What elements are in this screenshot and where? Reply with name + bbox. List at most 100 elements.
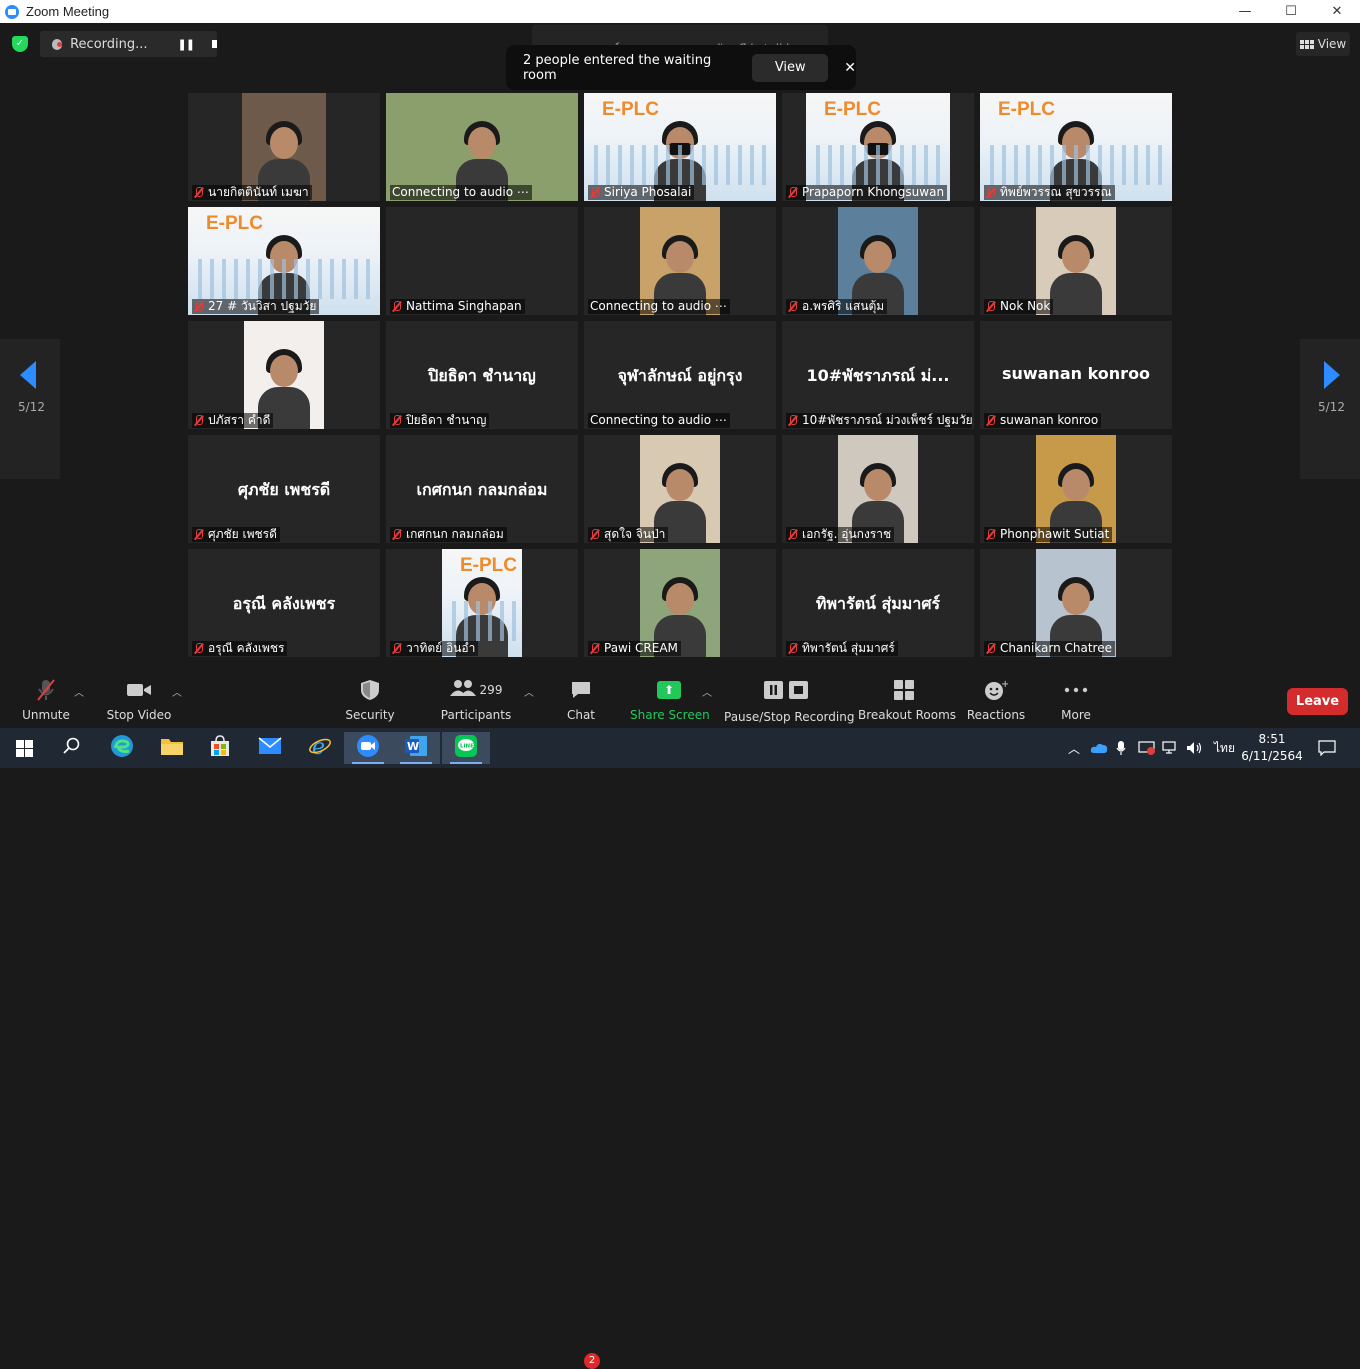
stop-recording-icon[interactable] xyxy=(211,40,217,48)
leave-button[interactable]: Leave xyxy=(1287,688,1348,715)
audio-options-caret-icon[interactable]: ︿ xyxy=(74,684,84,699)
participant-tile[interactable]: Phonphawit Sutiat xyxy=(980,435,1172,543)
share-screen-label: Share Screen xyxy=(630,708,710,722)
participant-display-name: ปิยธิดา ชำนาญ xyxy=(428,366,536,385)
minimize-button[interactable]: — xyxy=(1222,0,1268,23)
taskbar-edge[interactable] xyxy=(98,732,146,764)
breakout-rooms-button[interactable]: Breakout Rooms xyxy=(858,676,957,728)
participant-name-label: suwanan konroo xyxy=(984,413,1102,428)
taskbar-file-explorer[interactable] xyxy=(148,732,196,764)
microphone-in-use-icon[interactable] xyxy=(1116,728,1126,768)
participant-tile[interactable]: Chanikarn Chatree xyxy=(980,549,1172,657)
screen-recording-icon[interactable] xyxy=(1138,728,1156,768)
video-camera-icon xyxy=(104,676,174,704)
taskbar-line[interactable]: LINE xyxy=(442,732,490,764)
taskbar-zoom[interactable] xyxy=(344,732,392,764)
input-language[interactable]: ไทย xyxy=(1214,728,1235,768)
muted-microphone-icon xyxy=(16,676,76,704)
participant-tile[interactable]: Connecting to audio ⋯ xyxy=(584,207,776,315)
chat-button[interactable]: Chat xyxy=(556,676,606,728)
view-button[interactable]: View xyxy=(1296,32,1350,56)
unmute-button[interactable]: Unmute xyxy=(16,676,76,728)
maximize-button[interactable]: ☐ xyxy=(1268,0,1314,23)
onedrive-cloud-icon[interactable] xyxy=(1090,728,1108,768)
participant-tile[interactable]: Pawi CREAM xyxy=(584,549,776,657)
participant-display-name: เกศกนก กลมกล่อม xyxy=(416,480,548,499)
muted-microphone-icon xyxy=(392,415,401,426)
participant-name-label: อรุณี คลังเพชร xyxy=(192,641,288,656)
participant-name-label: สุดใจ จินป่า xyxy=(588,527,669,542)
participant-tile[interactable]: Nok Nok xyxy=(980,207,1172,315)
network-icon[interactable] xyxy=(1162,728,1180,768)
participant-name: Pawi CREAM xyxy=(604,641,678,655)
waiting-room-message: 2 people entered the waiting room xyxy=(523,52,712,83)
view-label: View xyxy=(1317,37,1347,51)
security-shield-icon[interactable]: ✓ xyxy=(12,36,28,52)
previous-page-arrow-icon[interactable] xyxy=(20,361,36,389)
breakout-rooms-label: Breakout Rooms xyxy=(858,708,957,722)
participant-tile[interactable]: จุฬาลักษณ์ อยู่กรุง Connecting to audio ⋯ xyxy=(584,321,776,429)
share-screen-button[interactable]: ⬆ Share Screen xyxy=(630,676,710,728)
reactions-button[interactable]: + Reactions xyxy=(966,676,1026,728)
mail-envelope-icon xyxy=(258,737,282,759)
participant-name-label: ทิพารัตน์ สุ่มมาศร์ xyxy=(786,641,898,656)
waiting-room-view-button[interactable]: View xyxy=(752,53,829,82)
more-button[interactable]: More xyxy=(1050,676,1102,728)
participant-tile[interactable]: อรุณี คลังเพชร อรุณี คลังเพชร xyxy=(188,549,380,657)
meeting-toolbar: Unmute ︿ Stop Video ︿ Security 299 Parti… xyxy=(0,676,1360,1369)
participant-tile[interactable]: ปภัสรา คำดี xyxy=(188,321,380,429)
participant-tile[interactable]: เอกรัฐ. อุ่นกงราช xyxy=(782,435,974,543)
recording-indicator: Recording... ❚❚ xyxy=(40,31,217,57)
security-button[interactable]: Security xyxy=(340,676,400,728)
participant-name-label: Phonphawit Sutiat xyxy=(984,527,1113,542)
participant-tile[interactable]: Siriya Phosalai xyxy=(584,93,776,201)
participant-tile[interactable]: อ.พรศิริ แสนตุ้ม xyxy=(782,207,974,315)
close-window-button[interactable]: ✕ xyxy=(1314,0,1360,23)
close-notification-icon[interactable]: ✕ xyxy=(844,60,856,76)
taskbar-store[interactable] xyxy=(196,732,244,764)
muted-microphone-icon xyxy=(194,643,203,654)
volume-speaker-icon[interactable] xyxy=(1186,728,1204,768)
participant-tile[interactable]: ปิยธิดา ชำนาญ ปิยธิดา ชำนาญ xyxy=(386,321,578,429)
participant-name-label: Nok Nok xyxy=(984,299,1054,314)
participants-button[interactable]: 299 Participants xyxy=(440,676,512,728)
taskbar-word[interactable]: W xyxy=(392,732,440,764)
participant-tile[interactable]: นายกิตตินันท์ เมฆา xyxy=(188,93,380,201)
participant-tile[interactable]: ศุภชัย เพชรดี ศุภชัย เพชรดี xyxy=(188,435,380,543)
pause-recording-icon[interactable]: ❚❚ xyxy=(178,38,195,51)
participant-tile[interactable]: Prapaporn Khongsuwan xyxy=(782,93,974,201)
participant-tile[interactable]: Nattima Singhapan xyxy=(386,207,578,315)
taskbar-clock[interactable]: 8:51 6/11/2564 xyxy=(1236,731,1308,765)
participant-name-label: Connecting to audio ⋯ xyxy=(390,185,532,200)
pause-stop-recording-button[interactable]: Pause/Stop Recording xyxy=(724,676,854,728)
participant-name-label: ทิพย์พวรรณ สุขวรรณ xyxy=(984,185,1115,200)
participant-tile[interactable]: ทิพย์พวรรณ สุขวรรณ xyxy=(980,93,1172,201)
search-button[interactable] xyxy=(48,732,96,764)
participant-tile[interactable]: 10#พัชราภรณ์ ม่... 10#พัชราภรณ์ ม่วงเพ็ชร… xyxy=(782,321,974,429)
window-title: Zoom Meeting xyxy=(26,4,110,19)
participant-tile[interactable]: เกศกนก กลมกล่อม เกศกนก กลมกล่อม xyxy=(386,435,578,543)
taskbar-mail[interactable] xyxy=(246,732,294,764)
participant-display-name: 10#พัชราภรณ์ ม่... xyxy=(806,366,950,385)
participant-tile[interactable]: ทิพารัตน์ สุ่มมาศร์ ทิพารัตน์ สุ่มมาศร์ xyxy=(782,549,974,657)
video-options-caret-icon[interactable]: ︿ xyxy=(172,684,182,699)
participant-tile[interactable]: 27 # วันวิสา ปฐมวัย xyxy=(188,207,380,315)
taskbar-internet-explorer[interactable]: e xyxy=(296,732,344,764)
stop-video-button[interactable]: Stop Video xyxy=(104,676,174,728)
windows-logo-icon xyxy=(15,739,33,757)
show-hidden-icons-chevron-icon[interactable]: ︿ xyxy=(1068,728,1080,768)
next-page-arrow-icon[interactable] xyxy=(1324,361,1340,389)
muted-microphone-icon xyxy=(590,187,599,198)
participants-options-caret-icon[interactable]: ︿ xyxy=(524,684,534,699)
participant-tile[interactable]: วาทิตย์ อินอ่ำ xyxy=(386,549,578,657)
notifications-icon[interactable] xyxy=(1318,728,1336,768)
participant-tile[interactable]: suwanan konroo suwanan konroo xyxy=(980,321,1172,429)
participant-name: อ.พรศิริ แสนตุ้ม xyxy=(802,299,885,313)
participant-name: Phonphawit Sutiat xyxy=(1000,527,1110,541)
start-button[interactable] xyxy=(0,732,48,764)
participant-name-label: Chanikarn Chatree xyxy=(984,641,1115,656)
share-options-caret-icon[interactable]: ︿ xyxy=(702,684,712,699)
muted-microphone-icon xyxy=(194,301,203,312)
participant-tile[interactable]: Connecting to audio ⋯ xyxy=(386,93,578,201)
participant-tile[interactable]: สุดใจ จินป่า xyxy=(584,435,776,543)
